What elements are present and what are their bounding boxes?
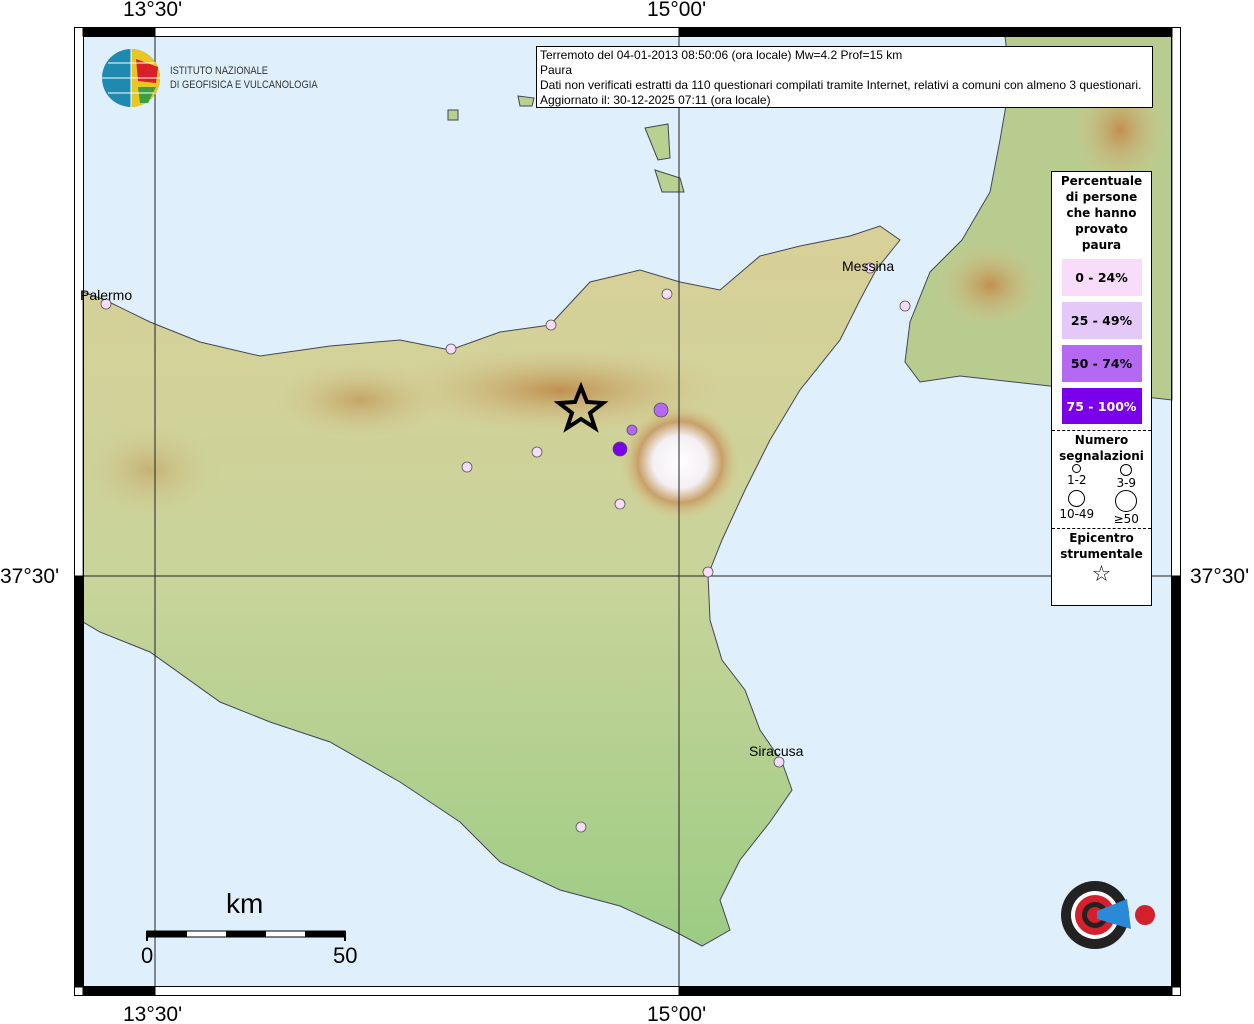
size-label-50: ≥50 [1113,512,1139,526]
size-label-3-9: 3-9 [1116,476,1137,490]
event-info-box: Terremoto del 04-01-2013 08:50:06 (ora l… [536,46,1153,108]
size-1-2-icon [1072,464,1082,473]
legend-epicenter-title: Epicentro strumentale [1060,531,1143,561]
lon-label-top-left: 13°30' [123,0,183,21]
observation-point[interactable] [702,566,714,578]
observation-point[interactable] [626,424,638,436]
intensity-map: 13°30' 15°00' 13°30' 15°00' 37°30' 37°30… [0,0,1254,1024]
observation-point[interactable] [445,343,457,355]
update-time: Aggiornato il: 30-12-2025 07:11 (ora loc… [540,93,771,107]
legend-class-0-24: 0 - 24% [1061,259,1142,296]
city-label-messina: Messina [842,258,895,274]
lon-label-top-right: 15°00' [647,0,707,21]
data-disclaimer: Dati non verificati estratti da 110 ques… [540,78,1142,92]
size-label-10-49: 10-49 [1059,507,1095,521]
map-parameter: Paura [540,63,573,77]
lon-label-bottom-left: 13°30' [123,1003,183,1024]
city-label-palermo: Palermo [80,287,133,303]
observation-point[interactable] [545,319,557,331]
observation-point[interactable] [653,402,669,418]
ingv-logo: ISTITUTO NAZIONALE DI GEOFISICA E VULCANO… [100,47,344,109]
lat-label-right: 37°30' [1190,565,1250,588]
observation-point[interactable] [531,446,543,458]
legend-count-title: Numero segnalazioni [1059,433,1144,463]
size-3-9-icon [1120,464,1133,476]
legend-class-75-100: 75 - 100% [1061,388,1142,424]
scale-unit: km [226,888,264,919]
star-icon: ☆ [1091,562,1112,587]
size-10-49-icon [1068,490,1086,507]
ingv-name-line2: DI GEOFISICA E VULCANOLOGIA [170,79,318,91]
city-label-siracusa: Siracusa [749,743,804,759]
lon-label-bottom-right: 15°00' [647,1003,707,1024]
observation-point[interactable] [612,441,628,457]
observation-point[interactable] [614,498,626,510]
event-title: Terremoto del 04-01-2013 08:50:06 (ora l… [540,48,903,62]
observation-point[interactable] [575,821,587,833]
legend: Percentuale di persone che hanno provato… [1051,171,1152,606]
scale-min: 0 [141,943,154,968]
size-label-1-2: 1-2 [1066,473,1087,487]
legend-title: Percentuale di persone che hanno provato… [1060,174,1143,252]
lat-label-left: 37°30' [0,565,60,588]
observation-point[interactable] [461,461,473,473]
observation-point[interactable] [661,288,673,300]
legend-class-25-49: 25 - 49% [1061,302,1142,339]
ingv-name-line1: ISTITUTO NAZIONALE [170,65,269,77]
ingv-globe-icon [102,49,160,107]
scale-max: 50 [333,943,358,968]
observation-point[interactable] [899,300,911,312]
legend-class-50-74: 50 - 74% [1061,345,1142,382]
size-50-icon [1115,490,1138,512]
